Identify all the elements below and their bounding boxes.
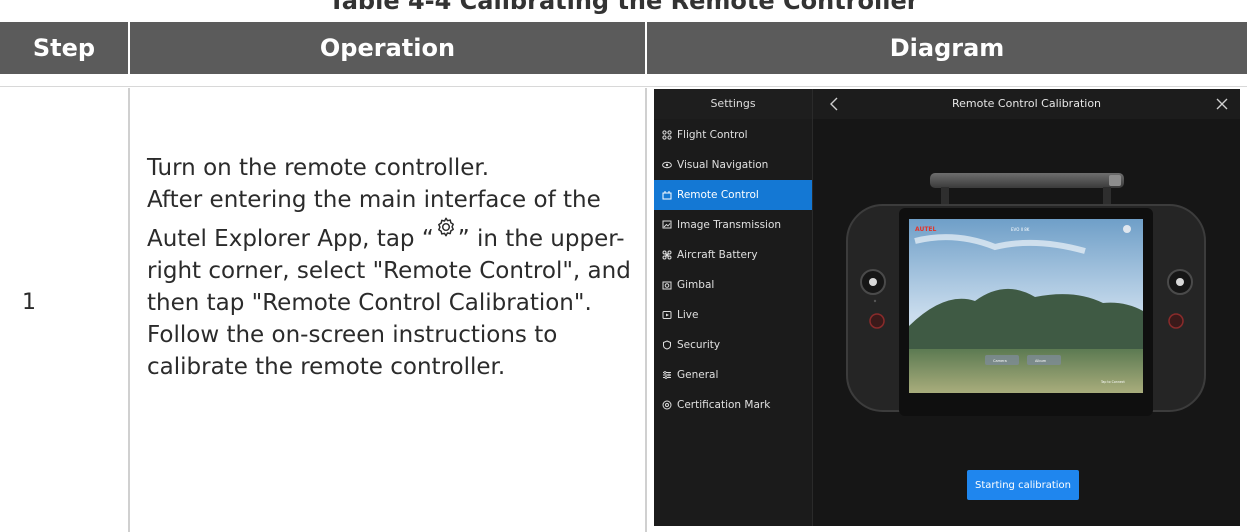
back-icon[interactable] (825, 94, 845, 114)
table-caption: Table 4-4 Calibrating the Remote Control… (328, 0, 919, 15)
menu-item-visual-navigation[interactable]: Visual Navigation (654, 150, 812, 180)
menu-item-flight-control[interactable]: Flight Control (654, 120, 812, 150)
menu-item-live[interactable]: Live (654, 300, 812, 330)
general-icon (663, 371, 671, 379)
menu-item-image-transmission[interactable]: Image Transmission (654, 210, 812, 240)
menu-item-aircraft-battery[interactable]: Aircraft Battery (654, 240, 812, 270)
settings-title: Settings (654, 89, 812, 119)
app-screenshot: Settings Flight Control Visual Navigatio… (654, 89, 1240, 526)
remote-control-icon (662, 191, 672, 200)
screen-camera-label: Camera (993, 359, 1007, 363)
header-step: Step (0, 22, 128, 74)
live-icon (662, 311, 672, 319)
shield-icon (663, 340, 671, 350)
gimbal-icon (662, 281, 672, 290)
column-divider (128, 88, 130, 532)
menu-item-general[interactable]: General (654, 360, 812, 390)
eye-icon (662, 161, 672, 169)
menu-item-gimbal[interactable]: Gimbal (654, 270, 812, 300)
panel-title: Remote Control Calibration (951, 97, 1102, 110)
menu-label: Gimbal (677, 279, 715, 291)
menu-label: Security (677, 339, 721, 351)
menu-label: Remote Control (677, 189, 759, 201)
settings-sidebar: Settings Flight Control Visual Navigatio… (654, 89, 813, 526)
menu-label: Image Transmission (677, 219, 782, 231)
certification-icon (662, 400, 672, 410)
menu-item-security[interactable]: Security (654, 330, 812, 360)
gear-icon (437, 217, 454, 237)
menu-item-certification-mark[interactable]: Certification Mark (654, 390, 812, 420)
operation-text: Turn on the remote controller. After ent… (147, 152, 637, 383)
menu-label: Visual Navigation (677, 159, 769, 171)
screen-album-label: Album (1035, 359, 1047, 363)
row-divider (0, 86, 1247, 87)
screen-hint: Tap to Connect (1100, 380, 1126, 384)
menu-label: Flight Control (677, 129, 748, 141)
header-operation: Operation (130, 22, 645, 74)
starting-calibration-button[interactable]: Starting calibration (967, 470, 1079, 500)
column-divider (645, 88, 647, 532)
menu-label: Aircraft Battery (677, 249, 758, 261)
screen-brand: AUTEL (915, 226, 937, 233)
menu-label: General (677, 369, 719, 381)
close-icon[interactable] (1212, 94, 1232, 114)
screen-model: EVO II 8K (1011, 227, 1030, 232)
step-number: 1 (22, 290, 36, 315)
settings-menu: Flight Control Visual Navigation Remote … (654, 120, 812, 420)
flight-control-icon (662, 130, 672, 140)
battery-icon (662, 250, 672, 260)
menu-label: Certification Mark (677, 399, 771, 411)
operation-line-1: Turn on the remote controller. (147, 155, 490, 181)
menu-label: Live (677, 309, 699, 321)
calibration-panel: Remote Control Calibration AUTEL EVO II (813, 89, 1240, 526)
remote-controller-image: AUTEL EVO II 8K Camera Album Tap to Conn… (846, 173, 1206, 416)
menu-item-remote-control[interactable]: Remote Control (654, 180, 812, 210)
image-transmission-icon (662, 220, 672, 229)
header-diagram: Diagram (647, 22, 1247, 74)
